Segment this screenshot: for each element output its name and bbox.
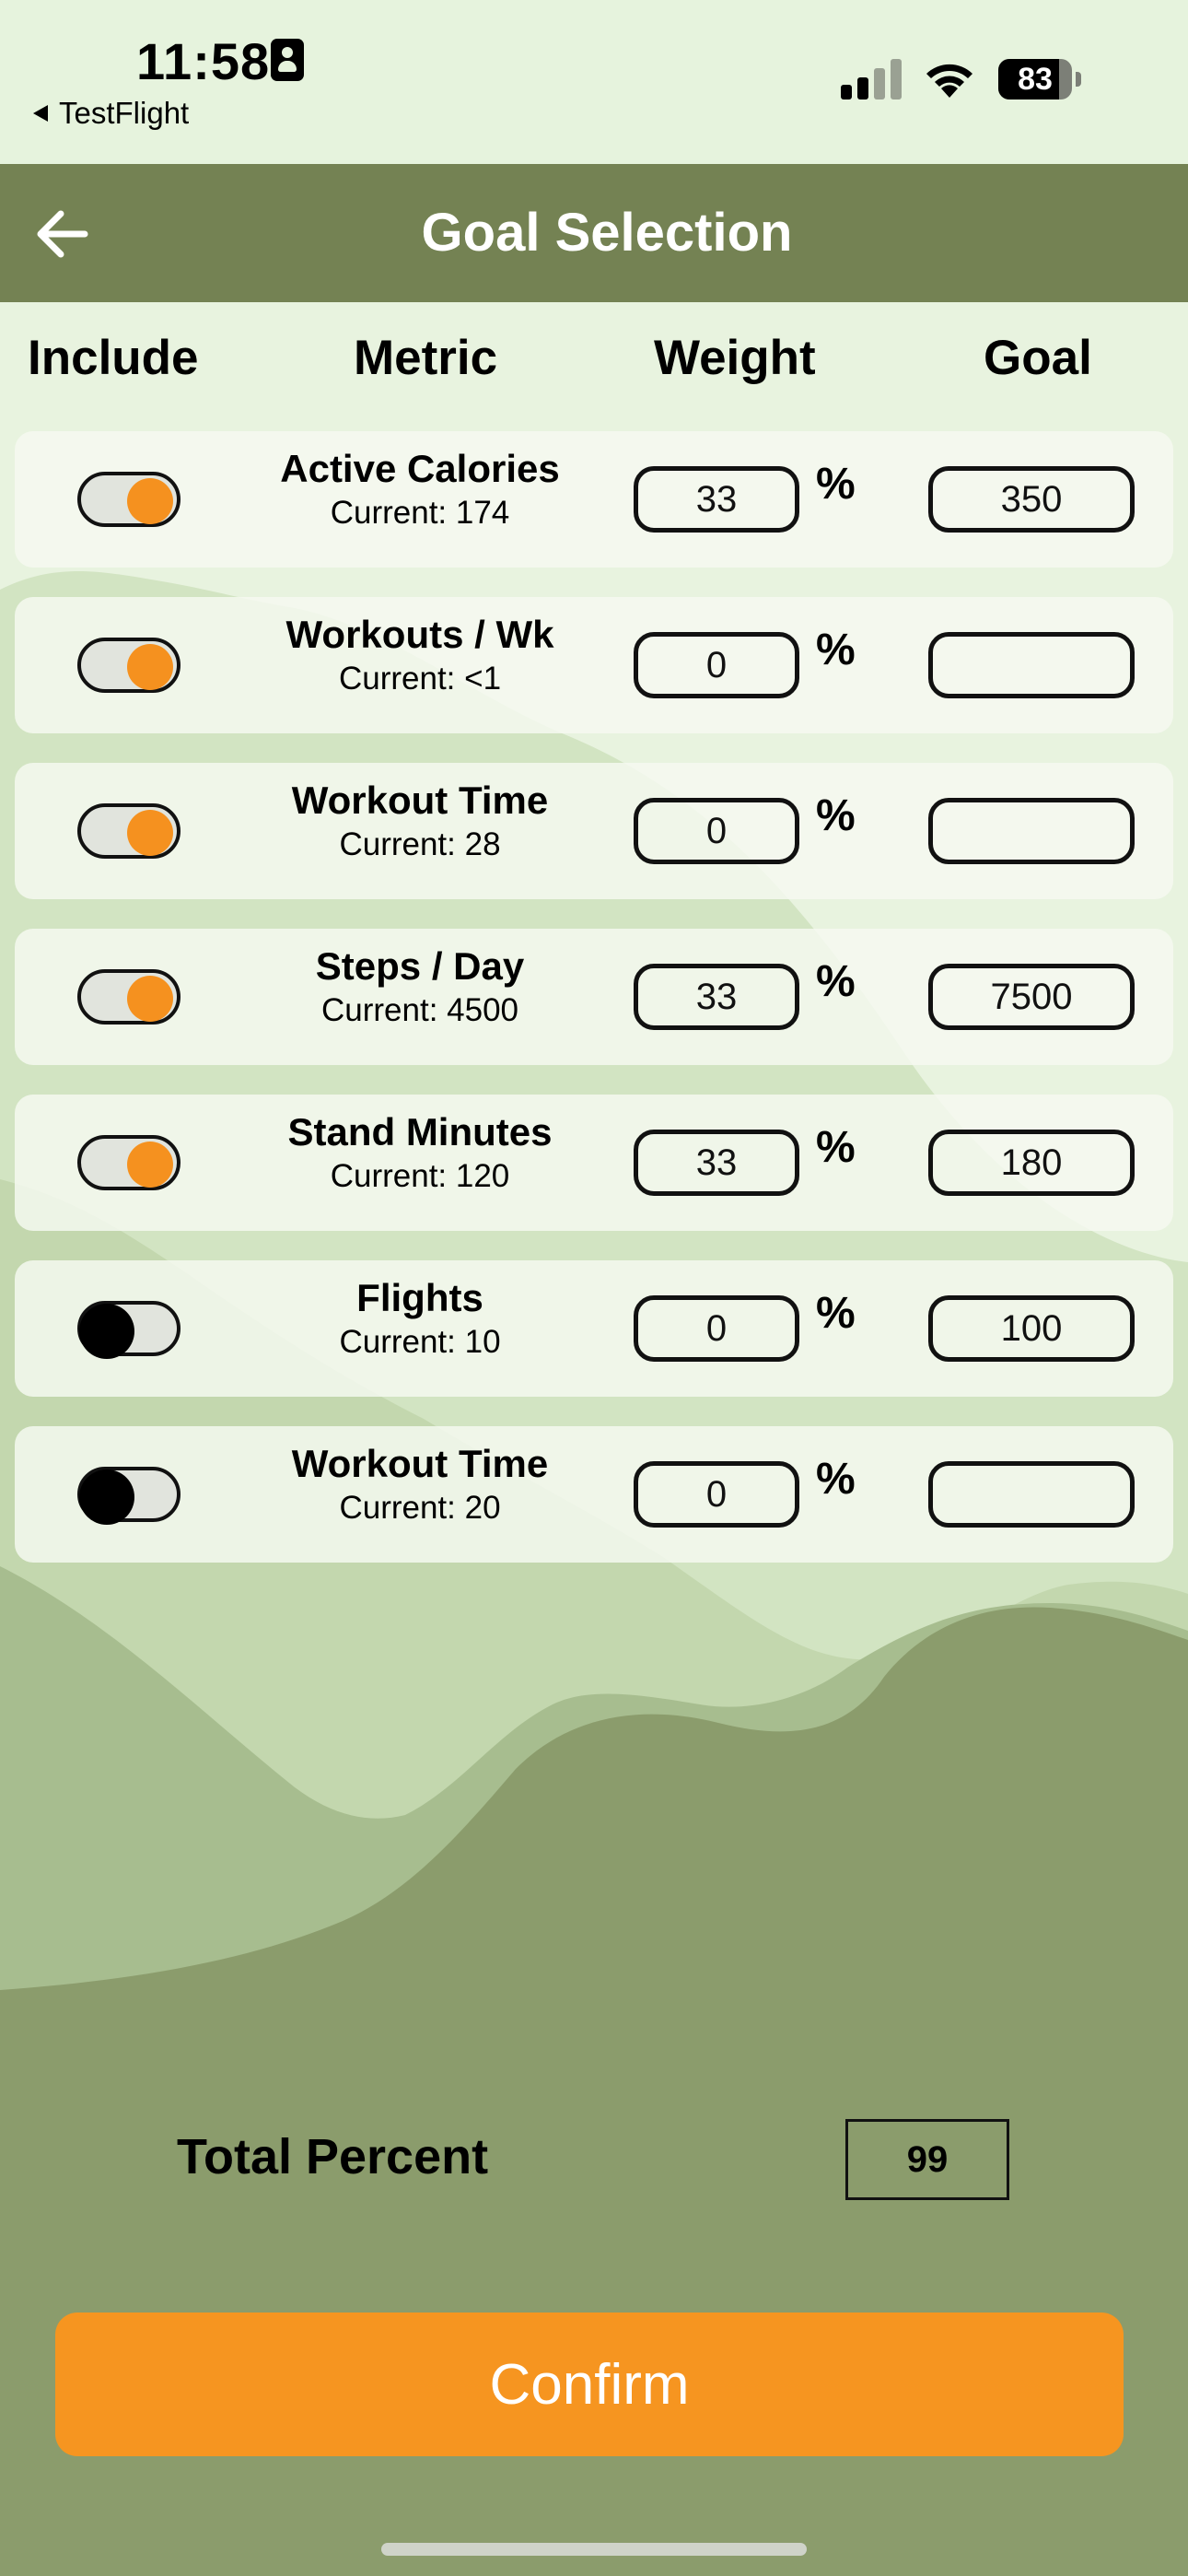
column-header-include: Include (28, 331, 199, 385)
percent-sign: % (816, 1289, 856, 1338)
metric-cell: Steps / Day Current: 4500 (199, 942, 641, 1030)
percent-sign: % (816, 626, 856, 674)
include-toggle[interactable] (77, 472, 181, 527)
toggle-knob (127, 644, 173, 690)
metric-name: Workout Time (291, 779, 549, 822)
total-percent-value: 99 (845, 2119, 1009, 2200)
metric-current: Current: 20 (339, 1490, 501, 1526)
metric-name: Steps / Day (315, 944, 525, 988)
metric-current: Current: 120 (330, 1158, 510, 1194)
page-title: Goal Selection (421, 203, 793, 263)
percent-sign: % (816, 791, 856, 840)
metric-cell: Workout Time Current: 20 (199, 1439, 641, 1528)
metric-current: Current: 174 (330, 495, 510, 531)
metric-name: Workouts / Wk (285, 613, 554, 656)
weight-input[interactable] (634, 798, 799, 864)
total-percent-label: Total Percent (177, 2129, 489, 2184)
metric-cell: Flights Current: 10 (199, 1273, 641, 1362)
navigation-bar: Goal Selection (0, 164, 1188, 302)
goal-row: Workout Time Current: 20% (15, 1426, 1173, 1563)
weight-input[interactable] (634, 964, 799, 1030)
goal-input[interactable] (928, 632, 1135, 698)
toggle-knob (79, 1304, 134, 1359)
toggle-knob (127, 810, 173, 856)
home-indicator[interactable] (381, 2543, 807, 2556)
goal-input[interactable] (928, 466, 1135, 533)
include-toggle[interactable] (77, 1467, 181, 1525)
toggle-knob (127, 478, 173, 524)
metric-cell: Workouts / Wk Current: <1 (199, 610, 641, 698)
goal-input[interactable] (928, 1461, 1135, 1528)
goal-row: Active Calories Current: 174% (15, 431, 1173, 568)
weight-input[interactable] (634, 1461, 799, 1528)
column-header-weight: Weight (654, 331, 816, 385)
contact-card-icon (271, 39, 304, 81)
include-toggle[interactable] (77, 969, 181, 1025)
metric-cell: Active Calories Current: 174 (199, 444, 641, 533)
goal-row: Workouts / Wk Current: <1% (15, 597, 1173, 733)
toggle-knob (127, 1142, 173, 1188)
percent-sign: % (816, 1455, 856, 1504)
battery-percent: 83 (1018, 62, 1053, 97)
column-header-metric: Metric (354, 331, 498, 385)
metric-current: Current: 28 (339, 826, 501, 862)
goal-row: Flights Current: 10% (15, 1260, 1173, 1397)
metric-current: Current: 10 (339, 1324, 501, 1360)
include-toggle[interactable] (77, 638, 181, 693)
back-to-app-link[interactable]: TestFlight (33, 96, 189, 131)
metric-cell: Workout Time Current: 28 (199, 776, 641, 864)
wifi-icon (926, 64, 973, 98)
weight-input[interactable] (634, 1130, 799, 1196)
weight-input[interactable] (634, 1295, 799, 1362)
include-toggle[interactable] (77, 803, 181, 859)
percent-sign: % (816, 1123, 856, 1172)
goal-row: Workout Time Current: 28% (15, 763, 1173, 899)
toggle-knob (127, 976, 173, 1022)
metric-name: Flights (356, 1276, 483, 1319)
metric-name: Workout Time (291, 1442, 549, 1485)
weight-input[interactable] (634, 632, 799, 698)
goal-input[interactable] (928, 964, 1135, 1030)
goal-row: Stand Minutes Current: 120% (15, 1095, 1173, 1231)
percent-sign: % (816, 957, 856, 1006)
back-triangle-icon (33, 105, 48, 122)
goal-row: Steps / Day Current: 4500% (15, 929, 1173, 1065)
metric-current: Current: 4500 (320, 992, 519, 1028)
cellular-signal-icon (841, 59, 903, 100)
metric-name: Stand Minutes (287, 1110, 553, 1153)
status-time: 11:58 (136, 32, 271, 90)
goal-input[interactable] (928, 798, 1135, 864)
metric-name: Active Calories (280, 447, 560, 490)
battery-icon: 83 (998, 59, 1083, 100)
include-toggle[interactable] (77, 1301, 181, 1359)
toggle-knob (79, 1469, 134, 1525)
goal-input[interactable] (928, 1295, 1135, 1362)
metric-cell: Stand Minutes Current: 120 (199, 1107, 641, 1196)
confirm-button[interactable]: Confirm (55, 2313, 1124, 2456)
metric-current: Current: <1 (338, 661, 502, 697)
percent-sign: % (816, 460, 856, 509)
include-toggle[interactable] (77, 1135, 181, 1190)
back-app-label: TestFlight (59, 96, 190, 130)
back-arrow-icon[interactable] (33, 205, 92, 263)
weight-input[interactable] (634, 466, 799, 533)
column-header-goal: Goal (984, 331, 1092, 385)
status-bar: 11:58 TestFlight 83 (0, 0, 1188, 164)
goal-input[interactable] (928, 1130, 1135, 1196)
